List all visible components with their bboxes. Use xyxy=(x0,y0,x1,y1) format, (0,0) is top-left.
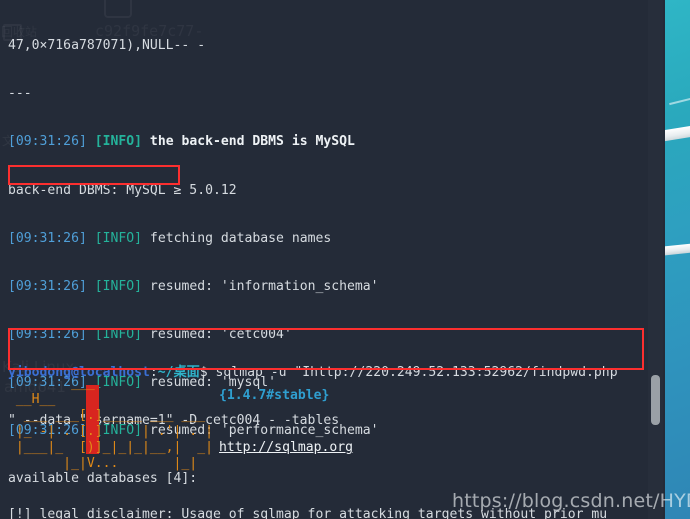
info-tag: [INFO] xyxy=(94,134,143,150)
timestamp: [09:31:26] xyxy=(8,230,87,246)
line-fetching-db: [09:31:26] [INFO] fetching database name… xyxy=(8,231,648,247)
line-dbms-info: [09:31:26] [INFO] the back-end DBMS is M… xyxy=(8,134,648,150)
payload-tail-text: 47,0×716a787071),NULL-- - xyxy=(8,38,206,54)
terminal-window[interactable]: 回收站 文 c92f9fe7c77- Kali Linux amd641 47,… xyxy=(0,0,665,519)
logo-line-3: |_ -| . [.] | .'| . | xyxy=(8,424,229,440)
logo-line-0: ___ xyxy=(8,376,95,391)
sqlmap-version-text: {1.4.7#stable} xyxy=(219,388,330,403)
logo-line-4: |___|_ [)]_|_|_|__,| _| xyxy=(8,440,229,456)
desktop-wallpaper xyxy=(660,0,690,519)
dashes-text: --- xyxy=(8,86,32,102)
fetching-db-text: fetching database names xyxy=(142,230,332,246)
line-dashes: --- xyxy=(8,86,648,102)
timestamp: [09:31:26] xyxy=(8,278,87,294)
timestamp: [09:31:26] xyxy=(8,134,87,150)
sqlmap-ascii-logo: ___ __H__ ___ ___[.]_____ ___ ___ |_ -| … xyxy=(8,376,229,472)
line-dbms-version: back-end DBMS: MySQL ≥ 5.0.12 xyxy=(8,183,648,199)
sqlmap-version: {1.4.7#stable} xyxy=(219,388,329,403)
info-tag: [INFO] xyxy=(94,230,143,246)
logo-line-2: ___ ___[.]_____ ___ ___ xyxy=(8,408,221,424)
wallpaper-swoosh-bottom xyxy=(660,243,690,256)
info-tag: [INFO] xyxy=(94,278,143,294)
legal-line-1: [!] legal disclaimer: Usage of sqlmap fo… xyxy=(8,507,648,519)
logo-line-5: |_|V... |_| xyxy=(8,456,221,472)
dbms-info-text: the back-end DBMS is MySQL xyxy=(142,134,355,150)
wallpaper-hairline xyxy=(669,96,690,106)
terminal-scrollbar-track[interactable] xyxy=(648,0,663,519)
legal-disclaimer: [!] legal disclaimer: Usage of sqlmap fo… xyxy=(8,475,648,519)
line-payload-tail: 47,0×716a787071),NULL-- - xyxy=(8,38,648,54)
line-resumed-info-schema: [09:31:26] [INFO] resumed: 'information_… xyxy=(8,279,648,295)
sqlmap-url-text[interactable]: http://sqlmap.org xyxy=(219,440,353,455)
dbms-version-text: back-end DBMS: MySQL ≥ 5.0.12 xyxy=(8,182,237,198)
command-text-line1: sqlmap -u "Ihttp://220.249.52.133:52962/… xyxy=(207,365,618,381)
logo-line-1: __H__ xyxy=(8,392,56,408)
resumed-info-schema-text: resumed: 'information_schema' xyxy=(142,278,379,294)
terminal-scrollbar-thumb[interactable] xyxy=(651,375,660,425)
screen: 回收站 文 c92f9fe7c77- Kali Linux amd641 47,… xyxy=(0,0,690,519)
sqlmap-url[interactable]: http://sqlmap.org xyxy=(219,440,353,455)
legal-text-1: [!] legal disclaimer: Usage of sqlmap fo… xyxy=(8,507,608,519)
